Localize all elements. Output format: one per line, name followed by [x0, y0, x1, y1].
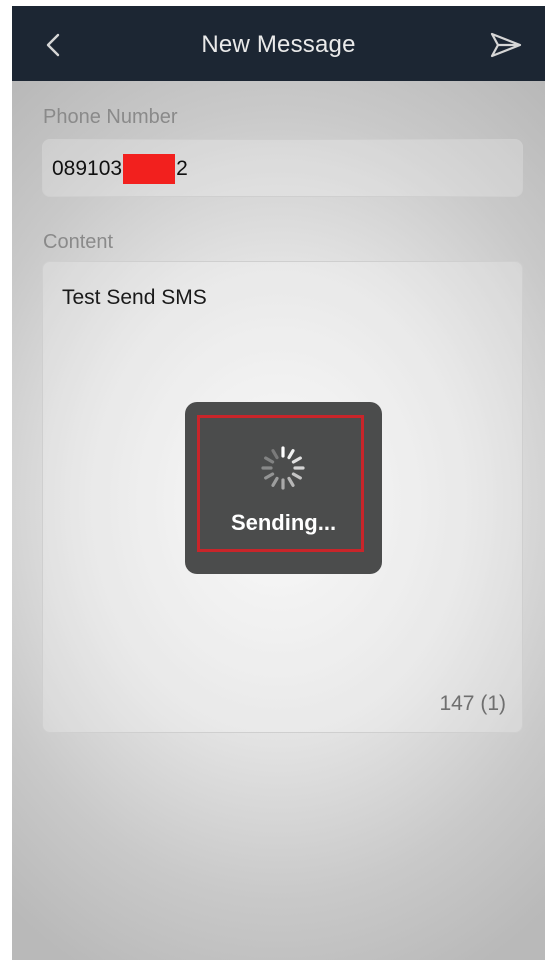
send-icon	[490, 32, 522, 58]
phone-number-suffix: 2	[176, 157, 188, 180]
sending-progress-overlay: Sending...	[185, 402, 382, 574]
send-button[interactable]	[486, 26, 526, 64]
content-label: Content	[43, 231, 114, 253]
navigation-bar: New Message	[12, 6, 545, 81]
spinner-icon	[261, 446, 305, 490]
phone-number-label: Phone Number	[43, 106, 178, 128]
phone-number-input[interactable]: 089103 2	[42, 139, 523, 197]
message-text: Test Send SMS	[62, 286, 207, 309]
phone-number-value: 089103 2	[52, 154, 188, 184]
page-title: New Message	[201, 31, 356, 58]
character-counter: 147 (1)	[439, 692, 506, 715]
redaction-box	[123, 154, 176, 184]
app-screen: New Message Phone Number 089103 2 Conten…	[12, 6, 545, 960]
phone-number-prefix: 089103	[52, 157, 123, 180]
sending-label: Sending...	[230, 510, 337, 535]
